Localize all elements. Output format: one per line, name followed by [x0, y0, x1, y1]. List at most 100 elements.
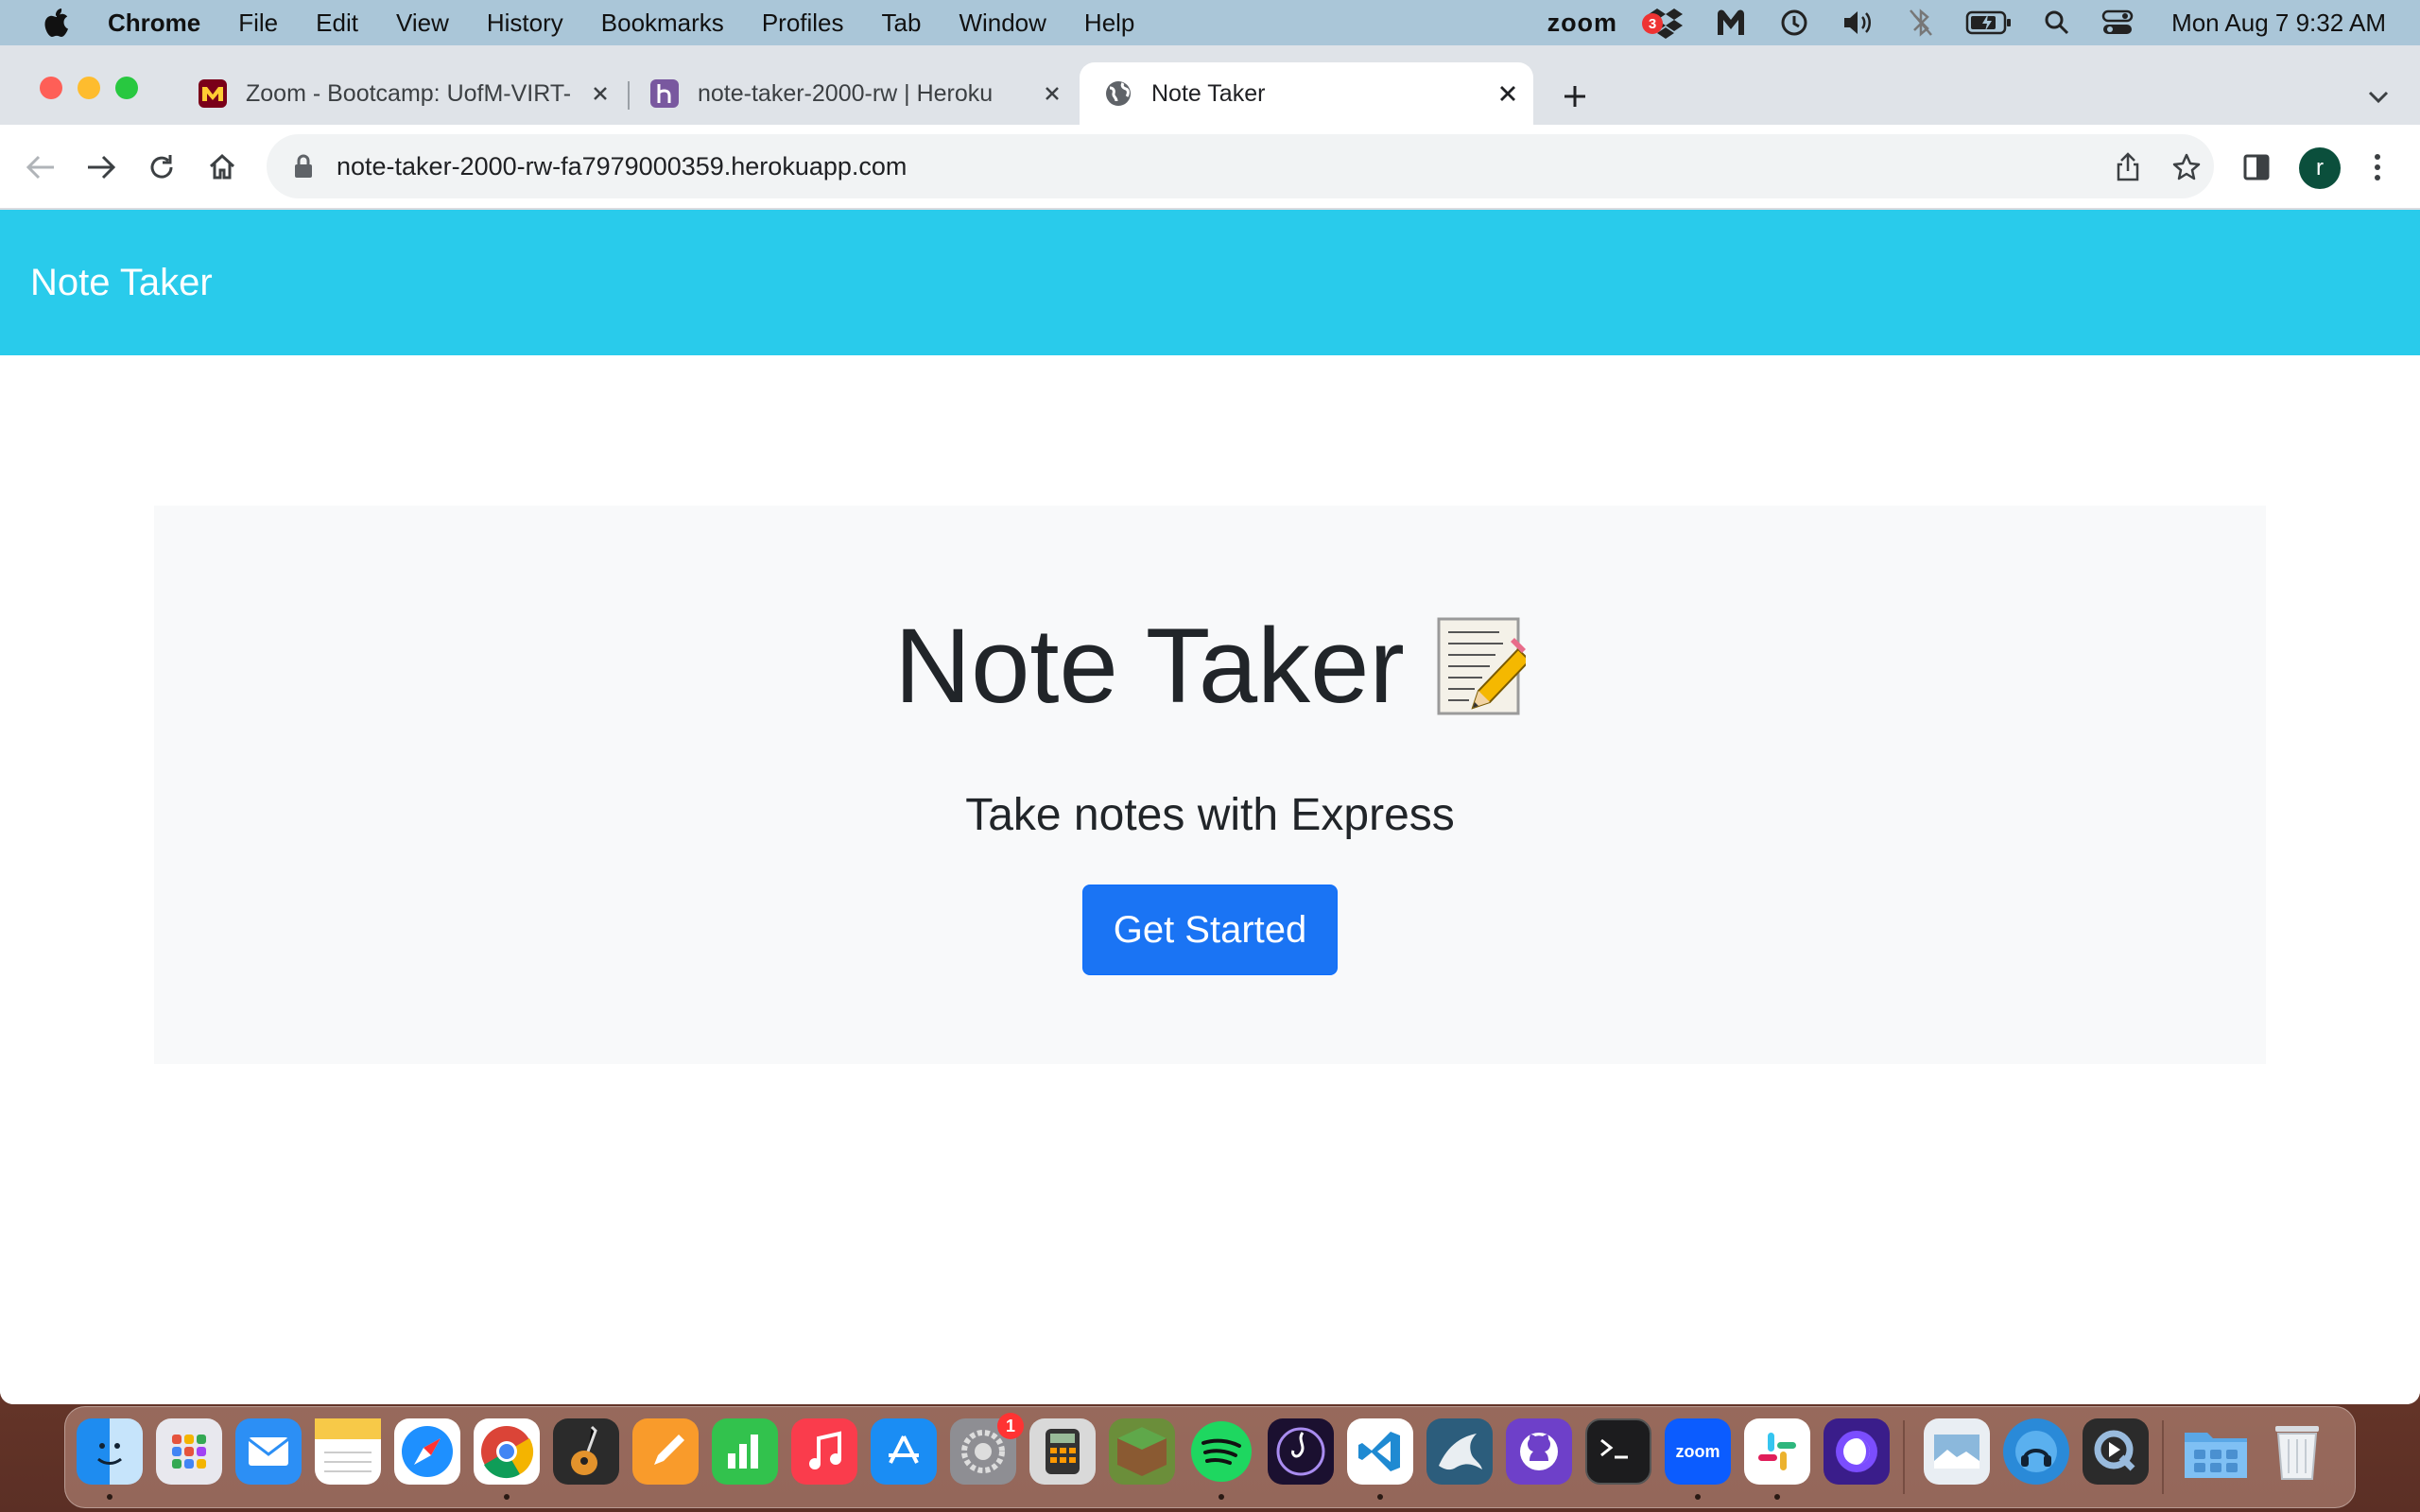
heroku-icon	[650, 79, 679, 108]
navbar: Note Taker	[0, 210, 2420, 355]
downloads-folder-icon[interactable]	[2183, 1418, 2249, 1485]
menu-file[interactable]: File	[238, 9, 278, 38]
hero-title-text: Note Taker	[894, 607, 1405, 725]
reload-icon[interactable]	[140, 146, 183, 189]
profile-avatar[interactable]: r	[2299, 147, 2341, 189]
chrome-icon[interactable]	[474, 1418, 540, 1485]
navbar-brand[interactable]: Note Taker	[30, 262, 213, 304]
slack-icon[interactable]	[1744, 1418, 1810, 1485]
trash-icon[interactable]	[2264, 1418, 2330, 1485]
menu-tab[interactable]: Tab	[882, 9, 922, 38]
preview-icon[interactable]	[1924, 1418, 1990, 1485]
calculator-icon[interactable]	[1029, 1418, 1096, 1485]
mail-icon[interactable]	[235, 1418, 302, 1485]
system-settings-icon[interactable]: 1	[950, 1413, 1024, 1485]
zoom-window-button[interactable]	[115, 77, 138, 99]
running-indicator	[1219, 1494, 1224, 1500]
menu-bookmarks[interactable]: Bookmarks	[601, 9, 724, 38]
address-bar[interactable]	[267, 134, 2214, 198]
notes-icon[interactable]	[315, 1418, 381, 1485]
get-started-button[interactable]: Get Started	[1082, 885, 1338, 975]
audio-app-icon[interactable]	[1268, 1418, 1334, 1485]
umn-icon	[199, 79, 227, 108]
running-indicator	[107, 1494, 112, 1500]
github-desktop-icon[interactable]	[1506, 1418, 1572, 1485]
side-panel-icon[interactable]	[2235, 146, 2278, 189]
browser-toolbar: r	[0, 125, 2420, 210]
menu-bar-clock[interactable]: Mon Aug 7 9:32 AM	[2171, 0, 2386, 45]
menu-profiles[interactable]: Profiles	[762, 9, 844, 38]
running-indicator	[1695, 1494, 1701, 1500]
url-input[interactable]	[337, 151, 1849, 181]
tab-heroku[interactable]: note-taker-2000-rw | Heroku	[633, 62, 1078, 125]
tab-strip: Zoom - Bootcamp: UofM-VIRT- note-taker-2…	[0, 45, 2420, 125]
control-center-icon[interactable]	[2101, 0, 2134, 45]
app-store-icon[interactable]	[871, 1418, 937, 1485]
settings-notification-badge: 1	[997, 1413, 1024, 1439]
dock-separator	[1903, 1420, 1905, 1494]
tab-label: Note Taker	[1151, 79, 1266, 107]
safari-icon[interactable]	[394, 1418, 460, 1485]
hero-subtitle: Take notes with Express	[965, 790, 1455, 840]
menu-edit[interactable]: Edit	[316, 9, 358, 38]
lock-icon[interactable]	[289, 152, 318, 180]
music-icon[interactable]	[791, 1418, 857, 1485]
dropbox-icon[interactable]: 3	[1642, 0, 1684, 45]
memo-pencil-icon	[1435, 615, 1526, 717]
web-page: Note Taker Note Taker Take notes with Ex…	[0, 210, 2420, 1404]
spotlight-search-icon[interactable]	[2043, 0, 2071, 45]
menu-help[interactable]: Help	[1084, 9, 1134, 38]
time-machine-icon[interactable]	[1778, 0, 1810, 45]
minecraft-icon[interactable]	[1109, 1418, 1175, 1485]
close-tab-icon[interactable]	[1040, 81, 1064, 106]
macos-menu-bar: Chrome File Edit View History Bookmarks …	[0, 0, 2420, 45]
tab-zoom-bootcamp[interactable]: Zoom - Bootcamp: UofM-VIRT-	[182, 62, 626, 125]
home-icon[interactable]	[200, 146, 244, 189]
chrome-window: Zoom - Bootcamp: UofM-VIRT- note-taker-2…	[0, 45, 2420, 1404]
tab-label: Zoom - Bootcamp: UofM-VIRT-	[246, 79, 572, 107]
dock-separator	[2162, 1420, 2164, 1494]
launchpad-icon[interactable]	[156, 1418, 222, 1485]
screen-recorder-icon[interactable]	[1824, 1418, 1890, 1485]
menu-view[interactable]: View	[396, 9, 449, 38]
menu-history[interactable]: History	[487, 9, 563, 38]
apple-icon[interactable]	[38, 7, 76, 39]
tab-separator	[628, 81, 630, 110]
garageband-icon[interactable]	[553, 1418, 619, 1485]
vscode-icon[interactable]	[1347, 1418, 1413, 1485]
bluetooth-off-icon[interactable]	[1907, 0, 1935, 45]
pages-icon[interactable]	[632, 1418, 699, 1485]
terminal-icon[interactable]	[1585, 1418, 1651, 1485]
remote-desktop-icon[interactable]	[2003, 1418, 2069, 1485]
bookmark-star-icon[interactable]	[2165, 146, 2208, 189]
close-window-button[interactable]	[40, 77, 62, 99]
zoom-app-icon[interactable]: zoom	[1665, 1418, 1731, 1485]
volume-icon[interactable]	[1841, 0, 1876, 45]
running-indicator	[504, 1494, 510, 1500]
malwarebytes-icon[interactable]	[1714, 0, 1748, 45]
running-indicator	[1774, 1494, 1780, 1500]
menu-chrome[interactable]: Chrome	[108, 9, 200, 38]
tab-note-taker[interactable]: Note Taker	[1080, 62, 1533, 125]
back-arrow-icon[interactable]	[19, 146, 62, 189]
minimize-window-button[interactable]	[78, 77, 100, 99]
numbers-icon[interactable]	[712, 1418, 778, 1485]
quicktime-icon[interactable]	[2083, 1418, 2149, 1485]
menu-window[interactable]: Window	[959, 9, 1046, 38]
share-icon[interactable]	[2106, 146, 2150, 189]
hero-title: Note Taker	[154, 605, 2266, 727]
finder-icon[interactable]	[77, 1418, 143, 1485]
tab-label: note-taker-2000-rw | Heroku	[698, 79, 994, 107]
tab-search-chevron-icon[interactable]	[2360, 77, 2397, 115]
mysql-workbench-icon[interactable]	[1426, 1418, 1493, 1485]
globe-icon	[1104, 79, 1132, 108]
battery-icon[interactable]	[1965, 0, 2013, 45]
forward-arrow-icon[interactable]	[79, 146, 123, 189]
menu-bar-status-area: zoom 3 Mon Aug 7 9:32 AM	[1517, 0, 2420, 45]
spotify-icon[interactable]	[1188, 1418, 1254, 1485]
zoom-status-icon[interactable]: zoom	[1547, 0, 1618, 45]
close-tab-icon[interactable]	[1495, 81, 1520, 106]
more-menu-icon[interactable]	[2356, 146, 2399, 189]
close-tab-icon[interactable]	[588, 81, 613, 106]
new-tab-icon[interactable]	[1556, 77, 1594, 115]
